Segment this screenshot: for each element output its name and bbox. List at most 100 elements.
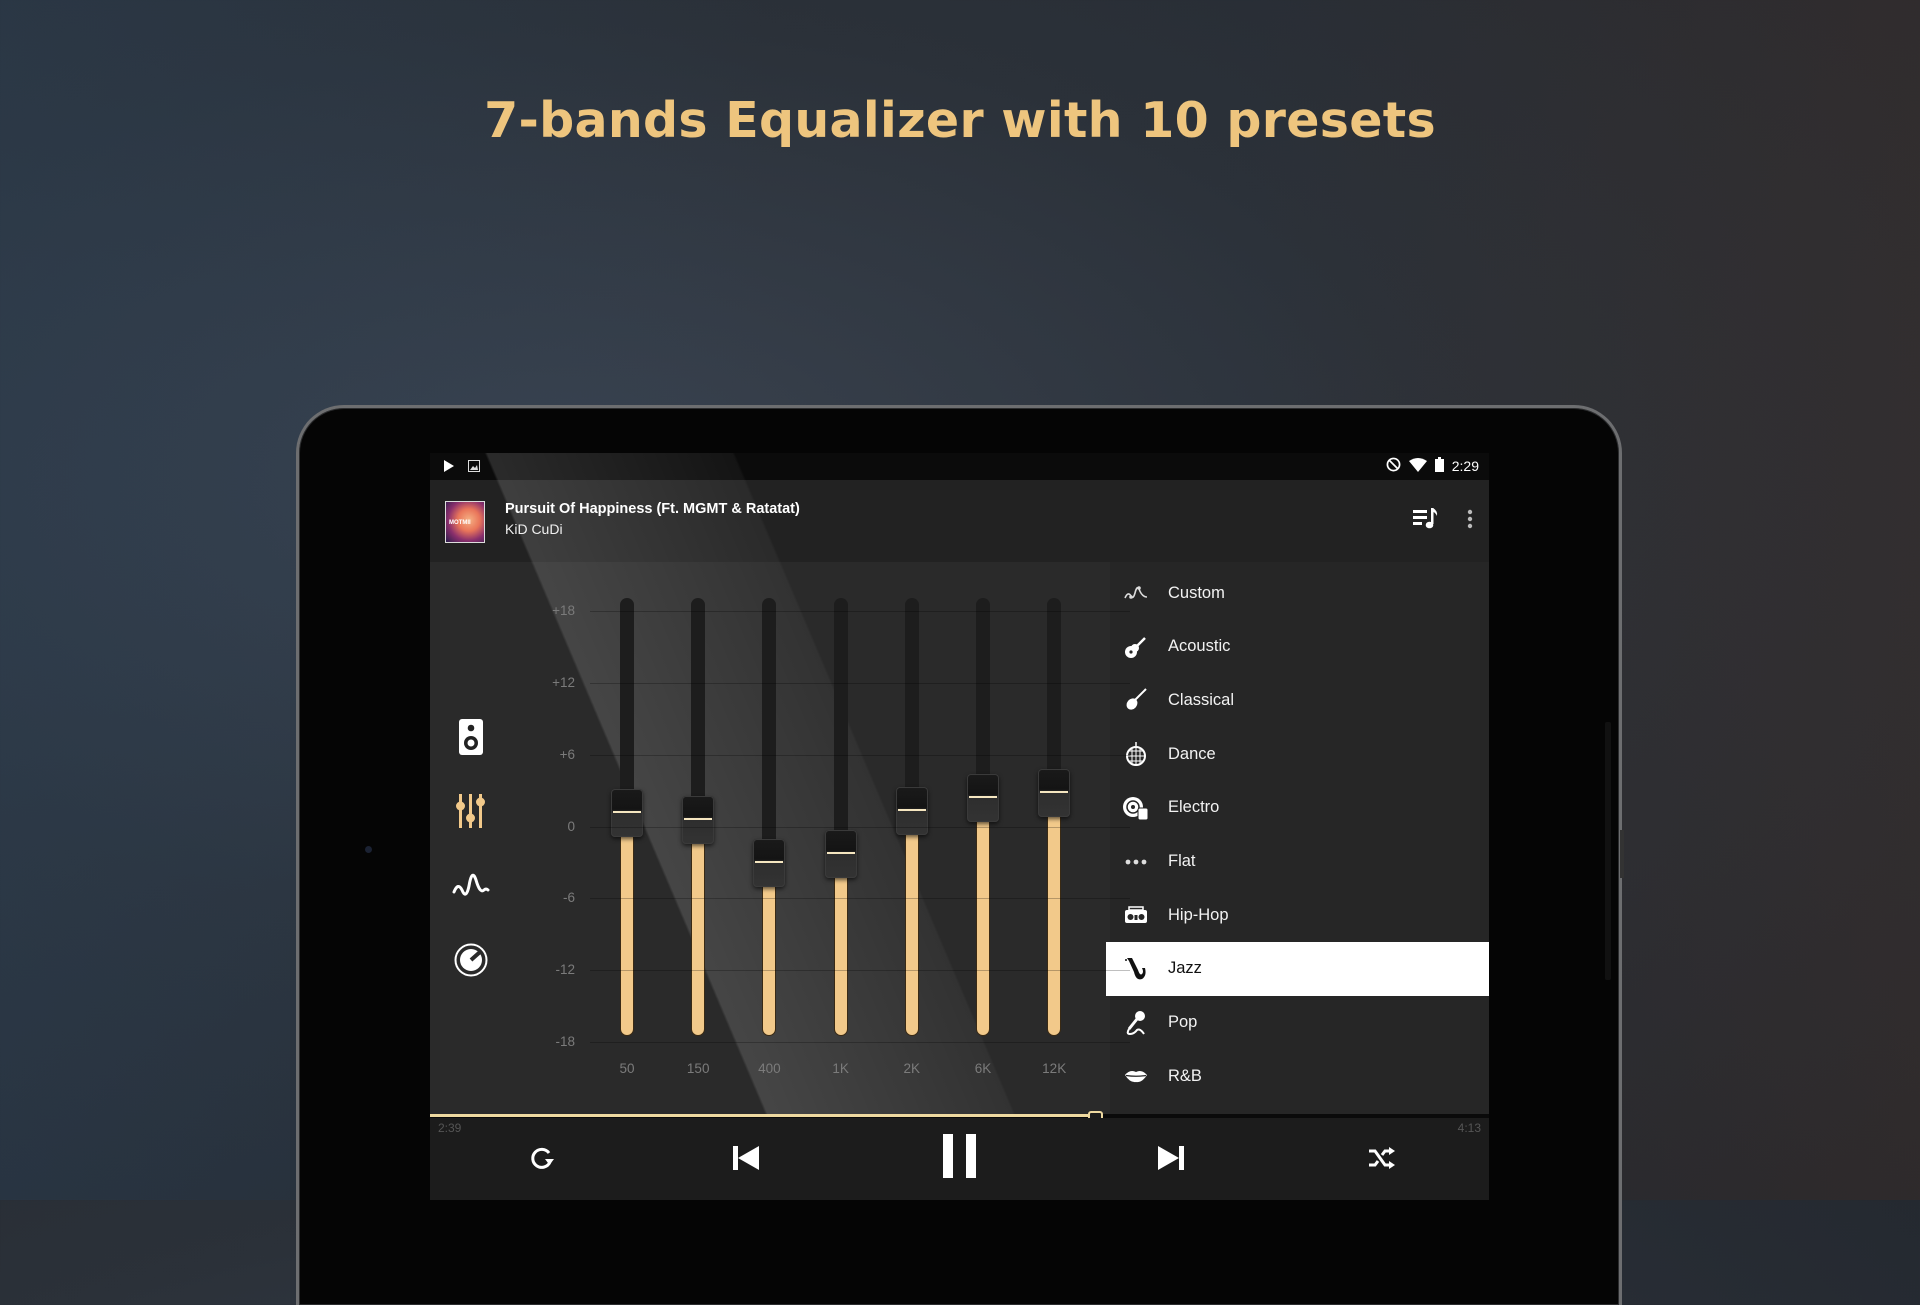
preset-item-flat[interactable]: Flat (1110, 835, 1489, 889)
slider-fill (621, 812, 633, 1035)
speaker-icon[interactable] (452, 718, 490, 756)
preset-list: Custom Acoustic Classical Dance Electro Flat H… (1106, 562, 1489, 1114)
frequency-label: 1K (832, 1061, 849, 1076)
db-label: -6 (562, 890, 575, 906)
play-notification-icon (444, 459, 454, 477)
frequency-label: 150 (686, 1061, 710, 1076)
preset-item-pop[interactable]: Pop (1110, 996, 1489, 1050)
preset-label: Flat (1168, 852, 1196, 870)
preset-item-custom[interactable]: Custom (1110, 566, 1489, 620)
grid-line (590, 898, 1130, 900)
knob-icon[interactable] (452, 941, 490, 979)
db-label: +18 (552, 603, 575, 618)
frequency-label: 2K (903, 1061, 921, 1076)
db-label: -12 (555, 962, 575, 978)
slider-thumb[interactable] (895, 786, 928, 835)
previous-icon (733, 1145, 759, 1175)
repeat-icon (529, 1145, 555, 1176)
queue-music-icon[interactable] (1413, 508, 1439, 535)
song-artist: KiD CuDi (505, 521, 563, 537)
frequency-label: 6K (974, 1061, 992, 1076)
preset-item-dance[interactable]: Dance (1110, 727, 1489, 781)
preset-item-r-b[interactable]: R&B (1110, 1049, 1489, 1103)
slider-thumb-indicator (755, 861, 784, 864)
next-button[interactable] (1151, 1140, 1191, 1180)
preset-label: Classical (1168, 690, 1235, 709)
eq-band: 2K (882, 562, 942, 1114)
preset-label: Hip-Hop (1168, 905, 1229, 924)
acoustic-guitar-icon (1122, 633, 1150, 661)
frequency-label: 50 (619, 1061, 635, 1076)
slider-fill (834, 852, 847, 1035)
slider-thumb-indicator (684, 818, 713, 821)
song-title: Pursuit Of Happiness (Ft. MGMT & Ratatat… (505, 501, 800, 517)
grid-line (590, 826, 1130, 828)
grid-line (590, 754, 1130, 756)
slider-thumb[interactable] (824, 829, 857, 878)
eq-band: 400 (739, 562, 799, 1114)
grid-line (590, 1042, 1130, 1043)
preset-item-hip-hop[interactable]: Hip-Hop (1110, 888, 1489, 942)
slider-thumb-indicator (897, 808, 926, 811)
preset-label: Electro (1168, 798, 1220, 817)
slider-thumb[interactable] (1038, 768, 1071, 817)
slider-fill (977, 796, 989, 1035)
preset-label: Acoustic (1168, 637, 1231, 656)
previous-button[interactable] (726, 1140, 766, 1180)
db-label: 0 (567, 818, 575, 834)
dots-icon (1122, 848, 1150, 876)
frequency-label: 400 (758, 1061, 781, 1076)
db-label: +12 (552, 674, 575, 690)
grid-line (590, 970, 1130, 972)
status-bar: 2:29 (430, 453, 1489, 480)
image-notification-icon (468, 459, 480, 477)
pause-button[interactable] (936, 1133, 984, 1183)
slider-thumb[interactable] (753, 839, 786, 888)
shuffle-button[interactable] (1362, 1140, 1402, 1180)
slider-fill (1048, 791, 1061, 1035)
slider-thumb-indicator (1040, 790, 1069, 793)
preset-item-electro[interactable]: Electro (1110, 781, 1489, 835)
slider-thumb[interactable] (682, 796, 715, 845)
repeat-button[interactable] (522, 1140, 562, 1180)
now-playing-header: MOTMII Pursuit Of Happiness (Ft. MGMT & … (430, 480, 1489, 562)
violin-icon (1122, 686, 1150, 714)
turntable-icon (1122, 794, 1150, 822)
slider-fill (692, 819, 705, 1035)
eq-band: 50 (597, 562, 657, 1114)
do-not-disturb-icon (1386, 457, 1401, 475)
total-time: 4:13 (1457, 1121, 1481, 1135)
preset-label: Pop (1168, 1013, 1198, 1032)
more-vert-icon[interactable] (1467, 509, 1473, 534)
eq-band: 6K (953, 562, 1013, 1114)
slider-thumb[interactable] (611, 789, 643, 838)
wave-icon[interactable] (452, 866, 490, 904)
slider-thumb[interactable] (967, 773, 999, 822)
eq-band: 12K (1024, 562, 1084, 1114)
clock: 2:29 (1451, 458, 1479, 474)
grid-line (590, 682, 1130, 684)
preset-label: Custom (1168, 583, 1225, 602)
tablet-side-button-small (1620, 830, 1624, 878)
db-label: -18 (555, 1034, 575, 1049)
equalizer-sliders-icon[interactable] (452, 792, 490, 830)
preset-item-jazz[interactable]: Jazz (1106, 941, 1489, 996)
slider-fill (905, 809, 918, 1035)
preset-item-classical[interactable]: Classical (1110, 673, 1489, 727)
db-label: +6 (559, 746, 575, 762)
slider-thumb-indicator (613, 811, 641, 814)
preset-item-acoustic[interactable]: Acoustic (1110, 620, 1489, 674)
eq-band: 150 (668, 562, 728, 1114)
album-art[interactable]: MOTMII (445, 501, 485, 543)
saxophone-icon (1122, 955, 1150, 983)
app-screen: 2:29 MOTMII Pursuit Of Happiness (Ft. MG… (430, 453, 1489, 1200)
grid-line (590, 611, 1130, 612)
equalizer-body: 50 150 400 1K 2K 6K 12K Custom Acoustic Classical… (430, 453, 1489, 1200)
pause-icon (943, 1133, 977, 1183)
lips-icon (1122, 1062, 1150, 1090)
next-icon (1158, 1145, 1184, 1175)
custom-curve-icon (1122, 579, 1150, 607)
elapsed-time: 2:39 (438, 1121, 462, 1135)
frequency-label: 12K (1042, 1061, 1067, 1076)
shuffle-icon (1369, 1146, 1395, 1174)
